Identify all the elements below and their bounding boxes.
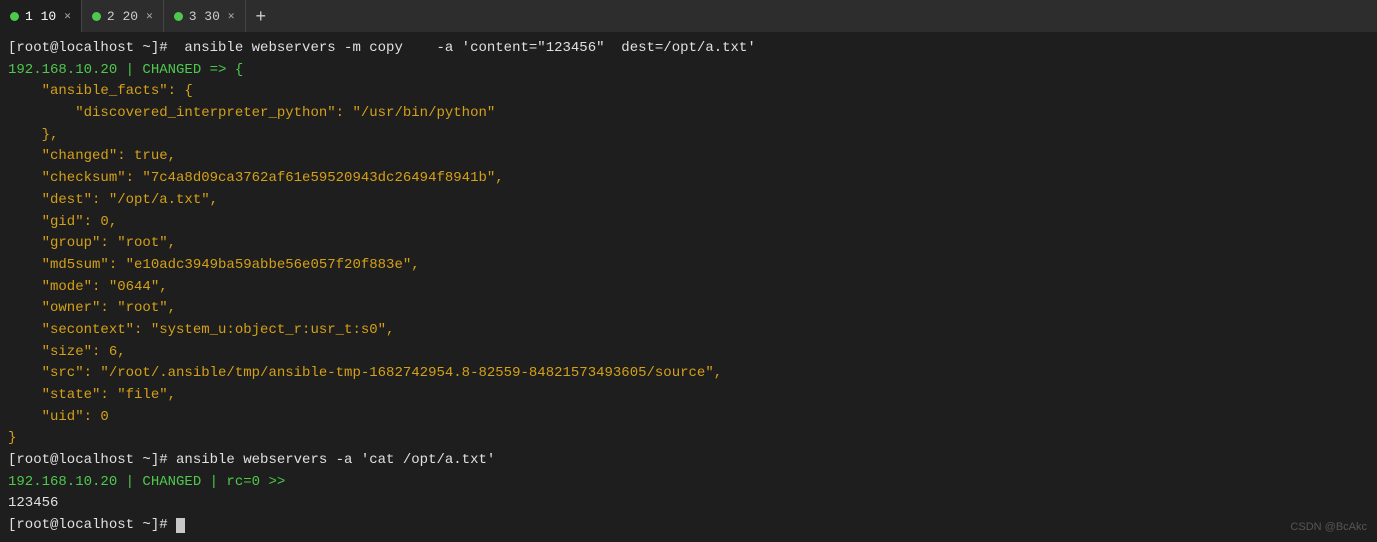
- terminal-line: [root@localhost ~]#: [8, 515, 1369, 537]
- tab-1-dot: [10, 12, 19, 21]
- terminal-line: "mode": "0644",: [8, 277, 1369, 299]
- tab-2-close[interactable]: ✕: [146, 9, 153, 23]
- terminal-line: 192.168.10.20 | CHANGED | rc=0 >>: [8, 472, 1369, 494]
- tab-3-dot: [174, 12, 183, 21]
- tab-2-dot: [92, 12, 101, 21]
- terminal-line: "discovered_interpreter_python": "/usr/b…: [8, 103, 1369, 125]
- terminal-line: "secontext": "system_u:object_r:usr_t:s0…: [8, 320, 1369, 342]
- tab-3-close[interactable]: ✕: [228, 9, 235, 23]
- tab-3-label: 3 30: [189, 9, 220, 24]
- terminal-line: "owner": "root",: [8, 298, 1369, 320]
- terminal-line: }: [8, 428, 1369, 450]
- terminal-line: "state": "file",: [8, 385, 1369, 407]
- tab-1[interactable]: 1 10 ✕: [0, 0, 82, 32]
- tab-2-label: 2 20: [107, 9, 138, 24]
- terminal-line: "md5sum": "e10adc3949ba59abbe56e057f20f8…: [8, 255, 1369, 277]
- terminal-line: "uid": 0: [8, 407, 1369, 429]
- tab-3[interactable]: 3 30 ✕: [164, 0, 246, 32]
- tab-1-label: 1 10: [25, 9, 56, 24]
- terminal-line: "gid": 0,: [8, 212, 1369, 234]
- terminal-line: "ansible_facts": {: [8, 81, 1369, 103]
- new-tab-button[interactable]: +: [246, 0, 277, 32]
- terminal-line: 192.168.10.20 | CHANGED => {: [8, 60, 1369, 82]
- terminal-line: "group": "root",: [8, 233, 1369, 255]
- terminal-line: },: [8, 125, 1369, 147]
- terminal-line: "dest": "/opt/a.txt",: [8, 190, 1369, 212]
- terminal-line: [root@localhost ~]# ansible webservers -…: [8, 38, 1369, 60]
- terminal: [root@localhost ~]# ansible webservers -…: [0, 32, 1377, 542]
- watermark: CSDN @BcAkc: [1290, 519, 1367, 536]
- terminal-line: "checksum": "7c4a8d09ca3762af61e59520943…: [8, 168, 1369, 190]
- terminal-line: 123456: [8, 493, 1369, 515]
- terminal-line: "changed": true,: [8, 146, 1369, 168]
- terminal-line: "src": "/root/.ansible/tmp/ansible-tmp-1…: [8, 363, 1369, 385]
- terminal-line: "size": 6,: [8, 342, 1369, 364]
- tab-2[interactable]: 2 20 ✕: [82, 0, 164, 32]
- cursor: [176, 518, 185, 533]
- tab-1-close[interactable]: ✕: [64, 9, 71, 23]
- tab-bar: 1 10 ✕ 2 20 ✕ 3 30 ✕ +: [0, 0, 1377, 32]
- terminal-line: [root@localhost ~]# ansible webservers -…: [8, 450, 1369, 472]
